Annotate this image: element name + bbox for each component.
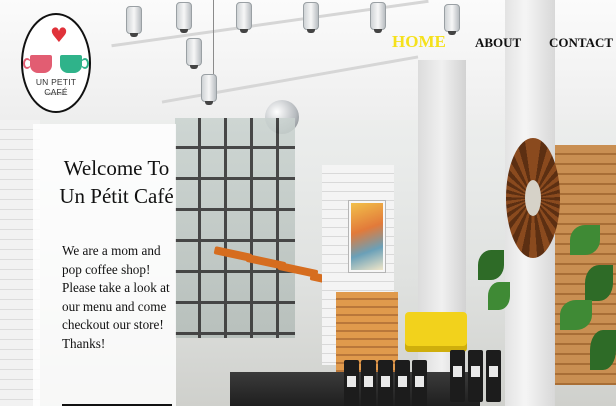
coffee-bag-icon: [450, 350, 465, 402]
pendant-lamp-icon: [444, 4, 460, 35]
logo-tagline: SINCE 2020: [46, 92, 66, 96]
plant-leaf-icon: [488, 282, 510, 310]
nav-contact-link[interactable]: CONTACT: [549, 35, 613, 51]
heart-icon: ♥: [50, 23, 68, 47]
lamp-wire: [213, 0, 214, 74]
plant-leaf-icon: [570, 225, 600, 255]
wall-art-painting: [349, 201, 385, 272]
coffee-bag-icon: [395, 360, 410, 406]
welcome-heading-line1: Welcome To: [63, 156, 170, 180]
plant-leaf-icon: [590, 330, 616, 370]
coffee-bag-icon: [412, 360, 427, 406]
coffee-bag-icon: [468, 350, 483, 402]
green-cup-icon: [60, 55, 89, 73]
nav-home-link[interactable]: HOME: [392, 32, 446, 52]
welcome-heading: Welcome To Un Pétit Café: [33, 154, 200, 210]
coffee-bag-icon: [344, 360, 359, 406]
pendant-lamp-icon: [126, 6, 142, 37]
welcome-panel: Welcome To Un Pétit Café We are a mom an…: [33, 124, 176, 406]
coffee-bag-icon: [361, 360, 376, 406]
espresso-machine-icon: [405, 312, 467, 352]
cafe-logo[interactable]: ♥ UN PETIT CAFÉ SINCE 2020: [21, 13, 91, 113]
sunburst-mirror-icon: [506, 138, 560, 258]
plant-leaf-icon: [478, 250, 504, 280]
nav-about-link[interactable]: ABOUT: [475, 35, 521, 51]
plant-leaf-icon: [585, 265, 613, 301]
window-grid: [175, 118, 295, 338]
pendant-lamp-icon: [370, 2, 386, 33]
pendant-lamp-icon: [201, 74, 217, 105]
coffee-bag-icon: [486, 350, 501, 402]
pendant-lamp-icon: [176, 2, 192, 33]
coffee-bag-icon: [378, 360, 393, 406]
plant-leaf-icon: [560, 300, 592, 330]
pendant-lamp-icon: [186, 38, 202, 69]
welcome-body-text: We are a mom and pop coffee shop! Please…: [62, 243, 170, 351]
pendant-lamp-icon: [303, 2, 319, 33]
pink-cup-icon: [23, 55, 52, 73]
welcome-heading-line2: Un Pétit Café: [59, 184, 174, 208]
pendant-lamp-icon: [236, 2, 252, 33]
